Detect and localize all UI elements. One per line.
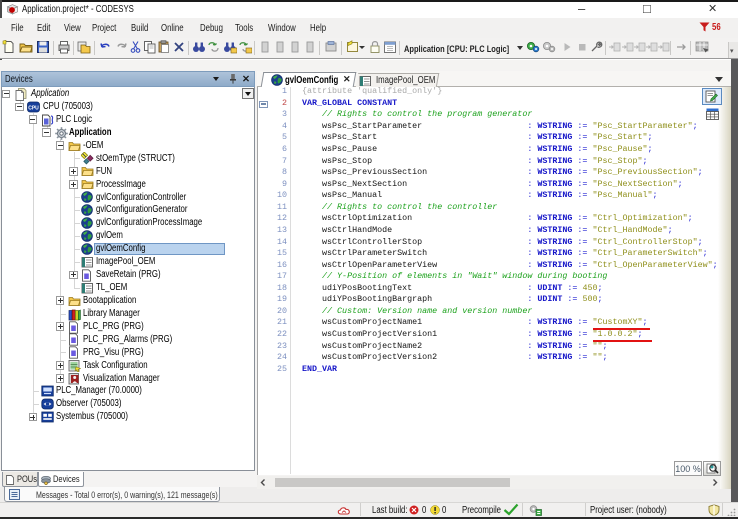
svg-text:CPU: CPU (28, 105, 39, 111)
